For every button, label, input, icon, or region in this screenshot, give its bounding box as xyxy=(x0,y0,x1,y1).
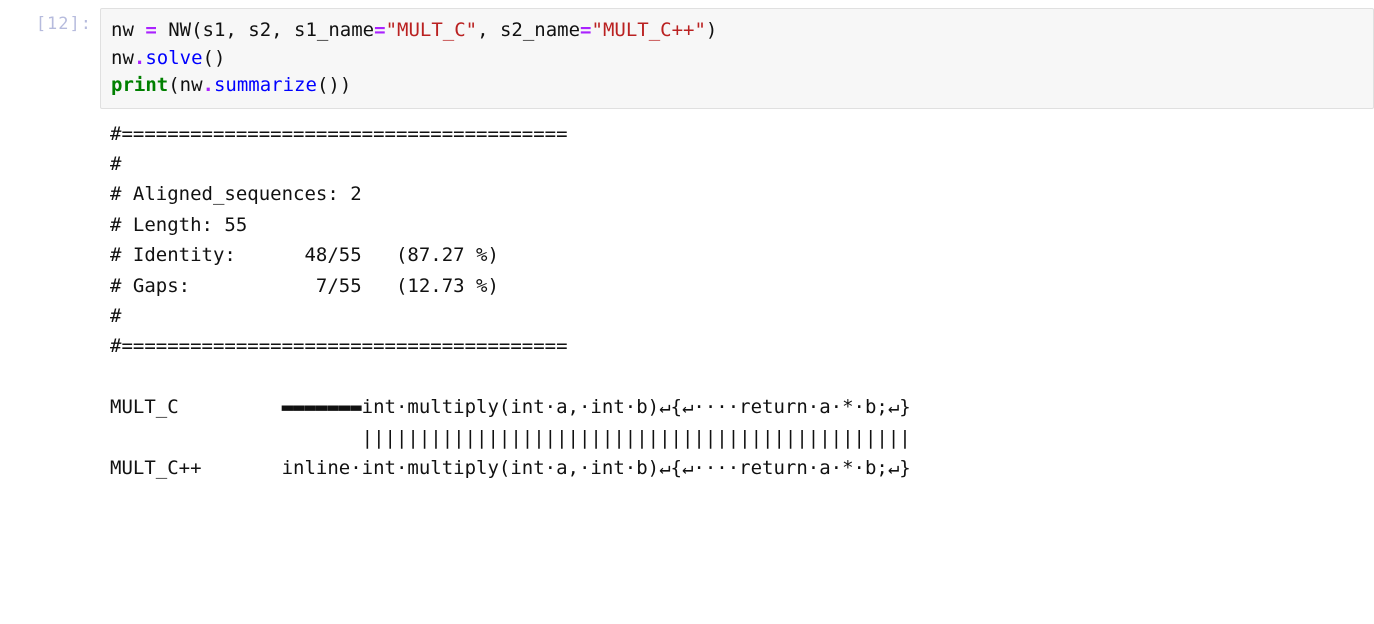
code-text: () xyxy=(203,47,226,69)
string-literal: "MULT_C" xyxy=(386,19,478,41)
string-literal: "MULT_C++" xyxy=(592,19,706,41)
code-text: , s2_name xyxy=(477,19,580,41)
code-input-area[interactable]: nw = NW(s1, s2, s1_name="MULT_C", s2_nam… xyxy=(100,8,1374,109)
operator: = xyxy=(145,19,156,41)
code-output-area: #=======================================… xyxy=(100,109,1374,492)
builtin: print xyxy=(111,74,168,96)
code-text: NW(s1, s2, s1_name xyxy=(157,19,374,41)
notebook-cell: [12]: nw = NW(s1, s2, s1_name="MULT_C", … xyxy=(0,0,1374,491)
code-text: nw xyxy=(111,47,134,69)
prompt-label: [12]: xyxy=(36,14,92,34)
method-name: solve xyxy=(145,47,202,69)
method-name: summarize xyxy=(214,74,317,96)
operator: = xyxy=(374,19,385,41)
code-text: ()) xyxy=(317,74,351,96)
cell-content: nw = NW(s1, s2, s1_name="MULT_C", s2_nam… xyxy=(100,8,1374,491)
code-text: nw xyxy=(111,19,145,41)
input-prompt: [12]: xyxy=(0,8,100,491)
operator: . xyxy=(203,74,214,96)
operator: . xyxy=(134,47,145,69)
code-text: (nw xyxy=(168,74,202,96)
code-text: ) xyxy=(706,19,717,41)
output-text: #=======================================… xyxy=(110,123,911,479)
operator: = xyxy=(580,19,591,41)
